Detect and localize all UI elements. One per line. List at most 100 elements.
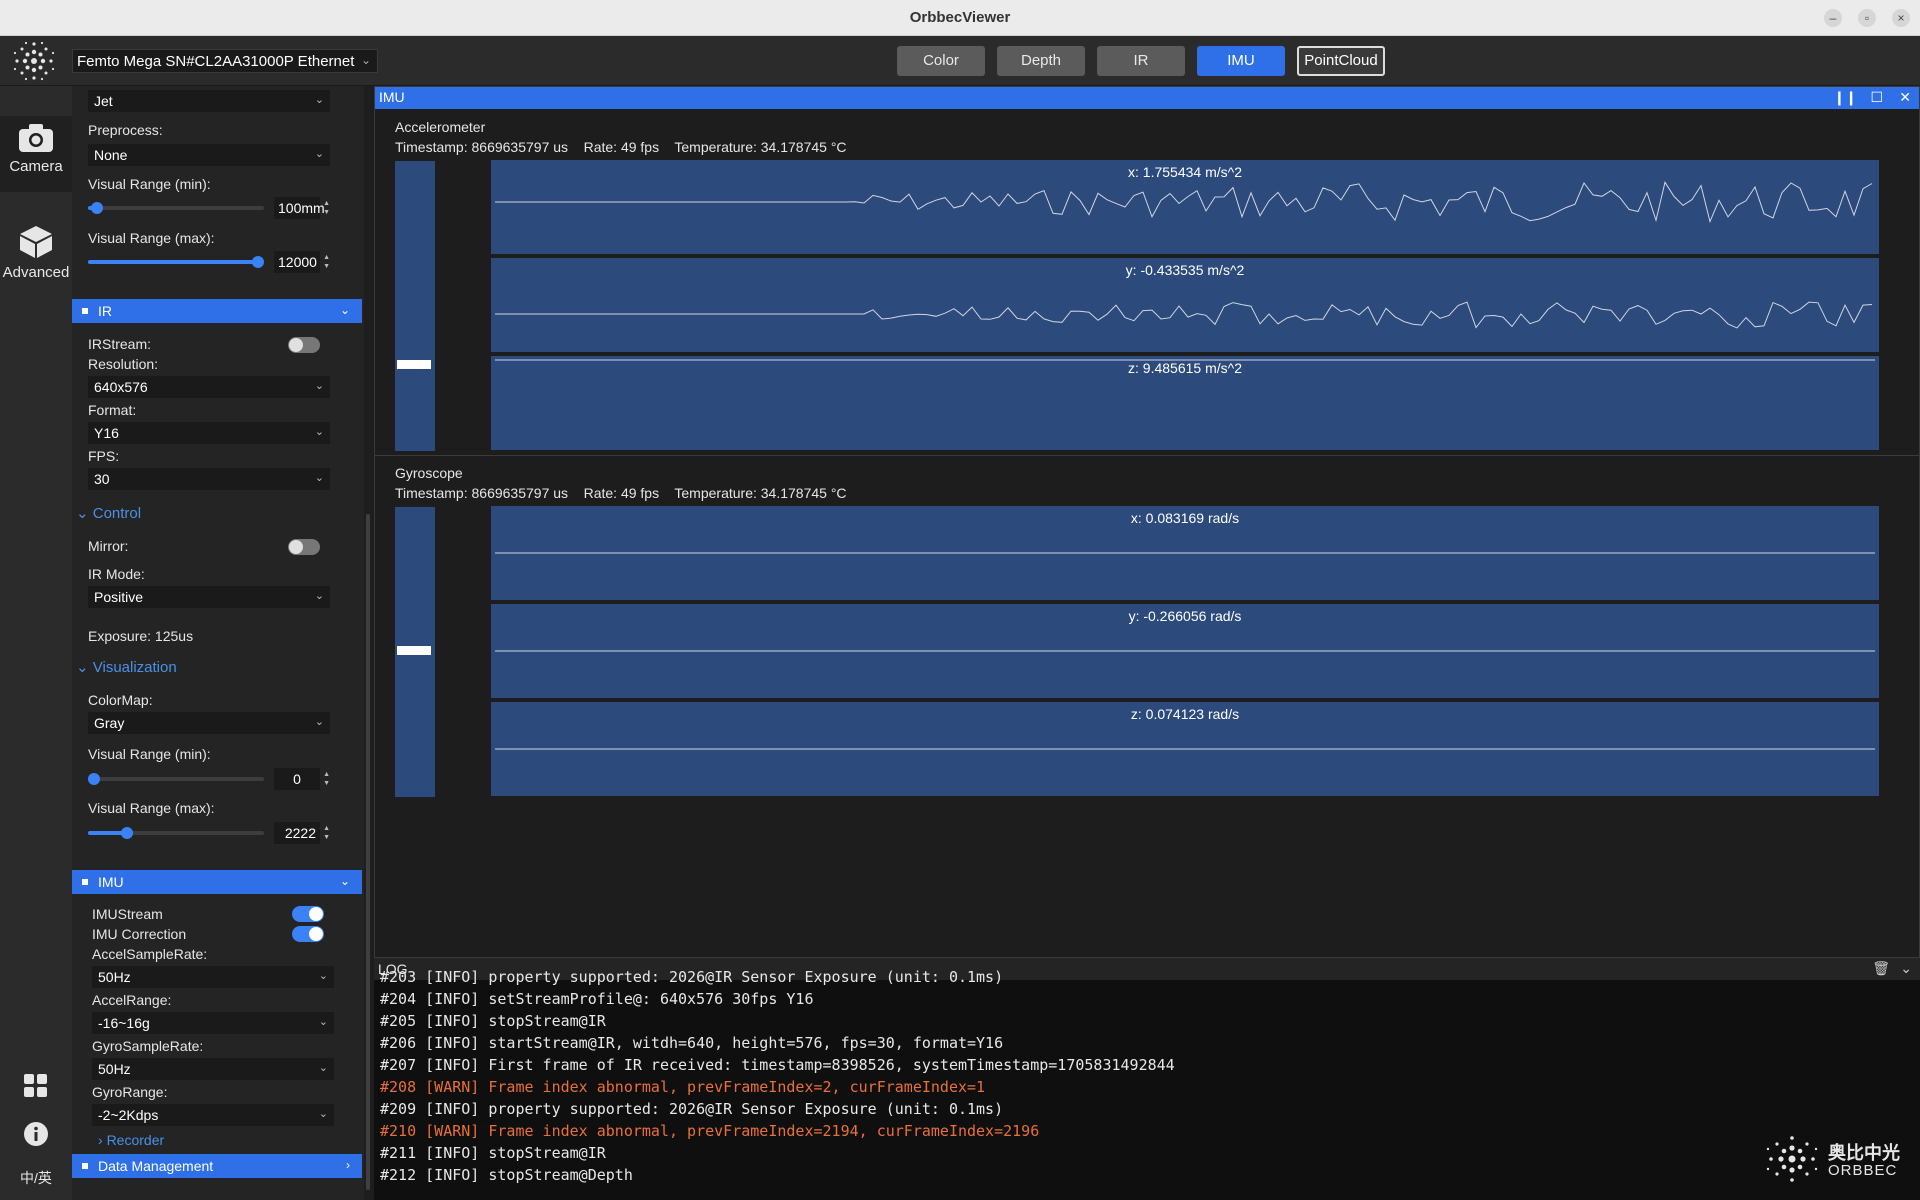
depth-vr-min-slider[interactable] bbox=[88, 202, 264, 214]
tab-depth[interactable]: Depth bbox=[997, 46, 1085, 76]
recorder-label: Recorder bbox=[106, 1132, 165, 1148]
ir-control-subsection[interactable]: ⌄ Control bbox=[76, 504, 141, 522]
chevron-down-icon[interactable]: ⌄ bbox=[1900, 960, 1912, 977]
imu-section-header[interactable]: IMU ⌄ bbox=[72, 870, 362, 894]
close-icon[interactable]: × bbox=[1892, 9, 1910, 27]
device-select[interactable]: Femto Mega SN#CL2AA31000P Ethernet ⌄ bbox=[72, 49, 378, 73]
imu-correction-toggle[interactable] bbox=[292, 926, 324, 942]
orbbec-brand: 奥比中光 ORBBEC bbox=[1762, 1134, 1912, 1184]
ir-format-value: Y16 bbox=[94, 425, 119, 441]
settings-scrollbar[interactable] bbox=[364, 86, 372, 1200]
spin-arrows-icon[interactable]: ▲ ▼ bbox=[323, 253, 330, 271]
language-toggle[interactable]: 中/英 bbox=[0, 1168, 72, 1188]
ir-format-select[interactable]: Y16 ⌄ bbox=[88, 422, 330, 444]
minimize-icon[interactable]: – bbox=[1824, 9, 1842, 27]
info-button[interactable] bbox=[0, 1120, 72, 1150]
log-line: #209 [INFO] property supported: 2026@IR … bbox=[380, 1100, 1004, 1118]
ir-visualization-label: Visualization bbox=[92, 659, 177, 676]
scale-marker bbox=[397, 646, 431, 655]
trash-icon[interactable]: 🗑 bbox=[1872, 960, 1890, 977]
scrollbar-thumb[interactable] bbox=[366, 514, 370, 1190]
slider-knob[interactable] bbox=[88, 773, 100, 785]
ir-fps-select[interactable]: 30 ⌄ bbox=[88, 468, 330, 490]
gyro-x-plot: x: 0.083169 rad/s bbox=[491, 506, 1879, 600]
ir-colormap-select[interactable]: Gray ⌄ bbox=[88, 712, 330, 734]
gyro-scale-bar bbox=[395, 507, 435, 797]
spin-arrows-icon[interactable]: ▲ ▼ bbox=[323, 770, 330, 788]
nav-camera[interactable]: Camera bbox=[0, 116, 72, 192]
ir-stream-toggle[interactable] bbox=[288, 337, 320, 353]
maximize-icon[interactable]: ☐ bbox=[1870, 89, 1883, 106]
ir-vr-min-slider[interactable] bbox=[88, 773, 264, 785]
imu-stream-toggle[interactable] bbox=[292, 906, 324, 922]
orbbec-logo-icon bbox=[13, 41, 55, 81]
imu-correction-label: IMU Correction bbox=[92, 926, 187, 942]
tab-color[interactable]: Color bbox=[897, 46, 985, 76]
gyro-range-value: -2~2Kdps bbox=[98, 1107, 159, 1123]
gyro-y-plot: y: -0.266056 rad/s bbox=[491, 604, 1879, 698]
log-line: #208 [WARN] Frame index abnormal, prevFr… bbox=[380, 1078, 986, 1096]
slider-knob[interactable] bbox=[252, 256, 264, 268]
chevron-down-icon: ⌄ bbox=[314, 380, 324, 392]
depth-vr-min-spinbox[interactable]: 100mm ▲ ▼ bbox=[274, 197, 330, 219]
bullet-icon bbox=[82, 879, 88, 885]
ir-mode-select[interactable]: Positive ⌄ bbox=[88, 586, 330, 608]
window-title: OrbbecViewer bbox=[909, 9, 1011, 26]
ir-mode-value: Positive bbox=[94, 589, 144, 605]
ir-fps-label: FPS: bbox=[88, 448, 120, 464]
data-management-title: Data Management bbox=[98, 1158, 214, 1174]
gyroscope-info: Timestamp: 8669635797 us Rate: 49 fps Te… bbox=[395, 485, 847, 501]
gyro-z-plot: z: 0.074123 rad/s bbox=[491, 702, 1879, 796]
ir-vr-min-value: 0 bbox=[293, 771, 301, 787]
depth-vr-max-slider[interactable] bbox=[88, 256, 264, 268]
slider-knob[interactable] bbox=[91, 202, 103, 214]
nav-advanced-label: Advanced bbox=[2, 264, 70, 281]
ir-section-header[interactable]: IR ⌄ bbox=[72, 299, 362, 323]
chevron-down-icon: ⌄ bbox=[314, 426, 324, 438]
preprocess-select[interactable]: None ⌄ bbox=[88, 144, 330, 166]
gyro-rate-label: GyroSampleRate: bbox=[92, 1038, 204, 1054]
accel-rate-select[interactable]: 50Hz ⌄ bbox=[92, 966, 334, 988]
apps-button[interactable] bbox=[0, 1072, 72, 1102]
close-icon[interactable]: ✕ bbox=[1899, 89, 1911, 106]
gyro-range-select[interactable]: -2~2Kdps ⌄ bbox=[92, 1104, 334, 1126]
slider-knob[interactable] bbox=[121, 827, 133, 839]
accel-rate-value: 50Hz bbox=[98, 969, 131, 985]
depth-vr-max-spinbox[interactable]: 12000 ▲ ▼ bbox=[274, 251, 330, 273]
chevron-down-icon: ⌄ bbox=[318, 1016, 328, 1028]
data-management-header[interactable]: Data Management › bbox=[72, 1154, 362, 1178]
accelerometer-info: Timestamp: 8669635797 us Rate: 49 fps Te… bbox=[395, 139, 847, 155]
pause-icon[interactable]: ❙❙ bbox=[1834, 89, 1857, 106]
tab-ir[interactable]: IR bbox=[1097, 46, 1185, 76]
preprocess-label: Preprocess: bbox=[88, 122, 163, 138]
toggle-knob bbox=[289, 338, 303, 352]
log-panel: LOG 🗑 ⌄ #203 [INFO] property supported: … bbox=[374, 958, 1920, 1200]
tab-imu[interactable]: IMU bbox=[1197, 46, 1285, 76]
ir-vr-max-value: 2222 bbox=[284, 825, 316, 841]
ir-mode-label: IR Mode: bbox=[88, 566, 145, 582]
accel-range-label: AccelRange: bbox=[92, 992, 172, 1008]
accel-y-plot: y: -0.433535 m/s^2 bbox=[491, 258, 1879, 352]
toggle-knob bbox=[309, 927, 323, 941]
chevron-down-icon: ⌄ bbox=[76, 659, 93, 676]
ir-vr-max-spinbox[interactable]: 2222 ▲ ▼ bbox=[274, 822, 330, 844]
gyroscope-title: Gyroscope bbox=[395, 465, 463, 481]
depth-colormap-select[interactable]: Jet ⌄ bbox=[88, 90, 330, 112]
accel-range-select[interactable]: -16~16g ⌄ bbox=[92, 1012, 334, 1034]
tab-pointcloud[interactable]: PointCloud bbox=[1297, 46, 1385, 76]
ir-mirror-toggle[interactable] bbox=[288, 539, 320, 555]
depth-vr-max-value: 12000 bbox=[278, 254, 317, 270]
panel-divider bbox=[375, 455, 1919, 456]
accel-range-value: -16~16g bbox=[98, 1015, 150, 1031]
gyro-rate-select[interactable]: 50Hz ⌄ bbox=[92, 1058, 334, 1080]
ir-vr-min-spinbox[interactable]: 0 ▲ ▼ bbox=[274, 768, 330, 790]
recorder-subsection[interactable]: › Recorder bbox=[98, 1132, 164, 1148]
ir-vr-max-slider[interactable] bbox=[88, 827, 264, 839]
nav-advanced[interactable]: Advanced bbox=[0, 220, 72, 290]
spin-arrows-icon[interactable]: ▲ ▼ bbox=[323, 199, 330, 217]
ir-visualization-subsection[interactable]: ⌄ Visualization bbox=[76, 658, 177, 676]
accel-z-plot: z: 9.485615 m/s^2 bbox=[491, 356, 1879, 450]
spin-arrows-icon[interactable]: ▲ ▼ bbox=[323, 824, 330, 842]
maximize-icon[interactable]: ▫ bbox=[1858, 9, 1876, 27]
ir-resolution-select[interactable]: 640x576 ⌄ bbox=[88, 376, 330, 398]
